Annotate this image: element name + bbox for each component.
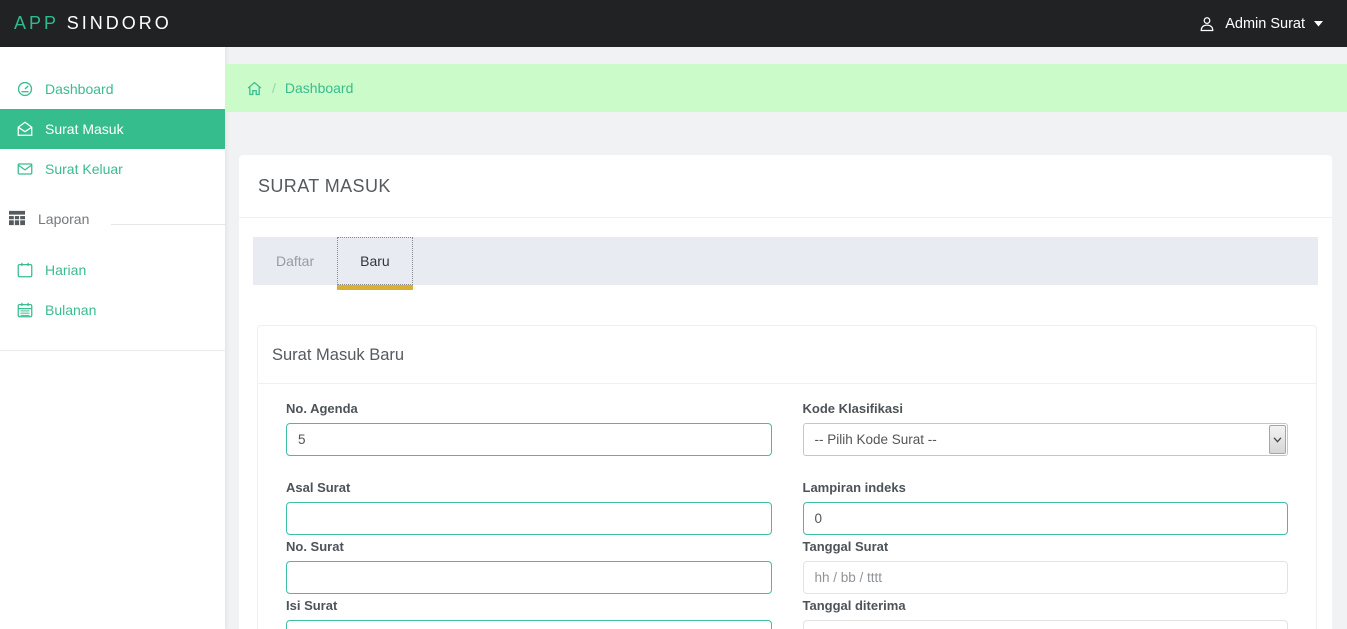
select-chevron-down-icon [1269,425,1286,454]
sidebar-item-label: Bulanan [45,302,96,318]
field-no-surat: No. Surat [286,539,772,594]
tanggal-surat-label: Tanggal Surat [803,539,1289,555]
brand-app-text: APP [14,13,59,33]
field-asal-surat: Asal Surat [286,480,772,535]
brand-name-text: SINDORO [67,13,172,33]
tanggal-diterima-label: Tanggal diterima [803,598,1289,614]
sidebar-item-surat-keluar[interactable]: Surat Keluar [0,149,225,189]
main-content: / Dashboard SURAT MASUK Daftar Baru Sura… [225,47,1347,629]
surat-masuk-card: SURAT MASUK Daftar Baru Surat Masuk Baru… [239,155,1332,629]
surat-masuk-baru-panel: Surat Masuk Baru No. Agenda Kode Klasifi… [257,325,1317,629]
asal-surat-label: Asal Surat [286,480,772,496]
envelope-open-icon [16,120,34,138]
sidebar-item-bulanan[interactable]: Bulanan [0,290,225,330]
tab-daftar[interactable]: Daftar [253,237,337,285]
calendar-outline-icon [16,261,34,279]
breadcrumb-current: Dashboard [285,80,354,96]
sidebar-item-surat-masuk[interactable]: Surat Masuk [0,109,225,149]
app-logo[interactable]: APP SINDORO [14,13,172,34]
tanggal-surat-input[interactable] [803,561,1289,594]
sidebar-section-label: Laporan [38,211,89,227]
user-menu-label: Admin Surat [1225,16,1305,32]
sidebar-item-dashboard[interactable]: Dashboard [0,69,225,109]
envelope-closed-icon [16,160,34,178]
sidebar-section-laporan: Laporan [0,204,225,234]
lampiran-indeks-input[interactable] [803,502,1289,535]
sidebar: Dashboard Surat Masuk Su [0,47,225,629]
asal-surat-input[interactable] [286,502,772,535]
sidebar-item-label: Harian [45,262,86,278]
tabstrip: Daftar Baru [253,237,1318,285]
kode-klasifikasi-selected-value: -- Pilih Kode Surat -- [815,432,937,447]
isi-surat-input[interactable] [286,620,772,629]
field-tanggal-surat: Tanggal Surat [803,539,1289,594]
sidebar-item-label: Surat Masuk [45,121,124,137]
field-tanggal-diterima: Tanggal diterima [803,598,1289,629]
field-no-agenda: No. Agenda [286,401,772,456]
field-isi-surat: Isi Surat [286,598,772,629]
kode-klasifikasi-select[interactable]: -- Pilih Kode Surat -- [803,423,1289,456]
no-surat-input[interactable] [286,561,772,594]
no-agenda-label: No. Agenda [286,401,772,417]
field-lampiran-indeks: Lampiran indeks [803,480,1289,535]
topbar: APP SINDORO Admin Surat [0,0,1347,47]
home-icon[interactable] [246,80,263,97]
breadcrumb: / Dashboard [225,64,1347,112]
tab-baru[interactable]: Baru [337,237,413,285]
kode-klasifikasi-label: Kode Klasifikasi [803,401,1289,417]
user-menu[interactable]: Admin Surat [1198,15,1323,33]
sidebar-item-harian[interactable]: Harian [0,250,225,290]
lampiran-indeks-label: Lampiran indeks [803,480,1289,496]
sidebar-item-label: Dashboard [45,81,114,97]
card-title: SURAT MASUK [239,155,1332,218]
no-surat-label: No. Surat [286,539,772,555]
user-icon [1198,15,1216,33]
tanggal-diterima-input[interactable] [803,620,1289,629]
no-agenda-input[interactable] [286,423,772,456]
breadcrumb-separator: / [272,80,276,96]
caret-down-icon [1314,21,1323,27]
table-icon [8,210,26,229]
calendar-grid-icon [16,301,34,319]
sidebar-divider [0,350,225,351]
form-title: Surat Masuk Baru [258,326,1316,384]
field-kode-klasifikasi: Kode Klasifikasi -- Pilih Kode Surat -- [803,401,1289,456]
section-rule [111,224,225,225]
isi-surat-label: Isi Surat [286,598,772,614]
dashboard-gauge-icon [16,80,34,98]
sidebar-item-label: Surat Keluar [45,161,123,177]
